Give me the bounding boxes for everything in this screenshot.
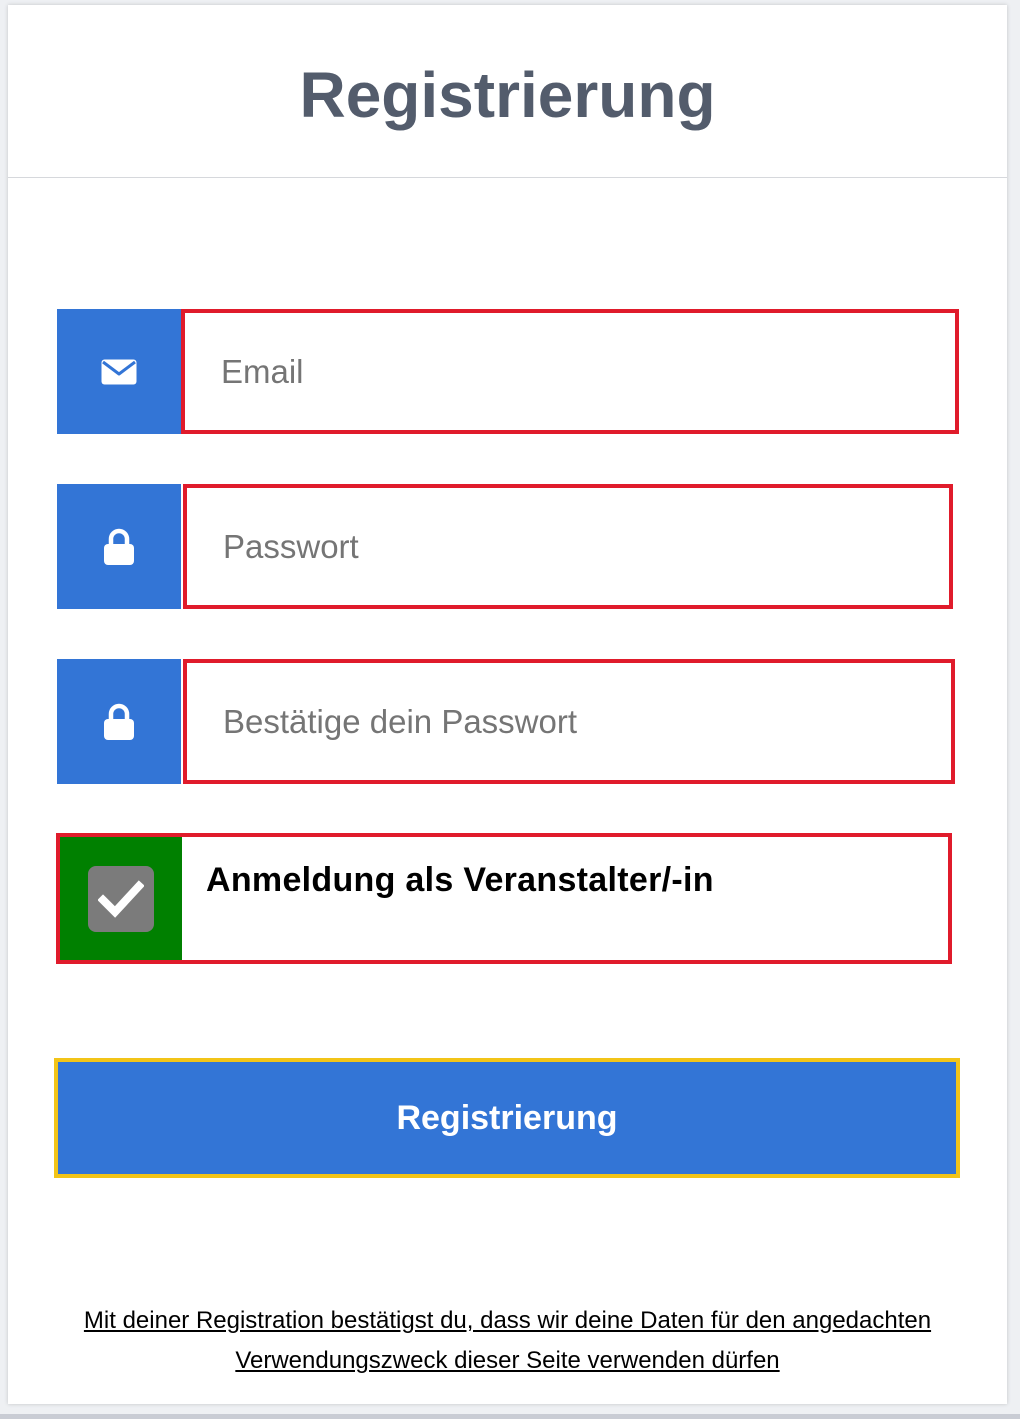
checkmark-icon (98, 879, 144, 918)
envelope-icon (101, 359, 137, 384)
header-divider (8, 177, 1007, 178)
password-field-group (57, 484, 957, 609)
disclaimer-line-1[interactable]: Mit deiner Registration bestätigst du, d… (28, 1301, 987, 1341)
email-field-group (57, 309, 959, 434)
lock-icon (104, 528, 134, 565)
privacy-disclaimer-link[interactable]: Mit deiner Registration bestätigst du, d… (28, 1301, 987, 1381)
email-input[interactable] (181, 309, 959, 434)
confirm-password-field-group (57, 659, 957, 784)
lock-icon (104, 703, 134, 740)
password-icon-box (57, 484, 181, 609)
disclaimer-line-2[interactable]: Verwendungszweck dieser Seite verwenden … (28, 1341, 987, 1381)
organizer-checkbox-area[interactable] (60, 837, 182, 960)
email-icon-box (57, 309, 181, 434)
organizer-checkbox-label[interactable]: Anmeldung als Veranstalter/-in (206, 861, 714, 900)
confirm-password-input[interactable] (183, 659, 955, 784)
organizer-checkbox[interactable] (88, 865, 154, 932)
organizer-checkbox-row[interactable]: Anmeldung als Veranstalter/-in (56, 833, 952, 964)
confirm-password-icon-box (57, 659, 181, 784)
registration-card: Registrierung Email Anmeldung als Verans… (8, 5, 1007, 1404)
password-input[interactable] (183, 484, 953, 609)
page-title: Registrierung (299, 59, 716, 131)
page-bottom-strip (0, 1414, 1020, 1419)
register-button[interactable]: Registrierung (54, 1058, 960, 1178)
